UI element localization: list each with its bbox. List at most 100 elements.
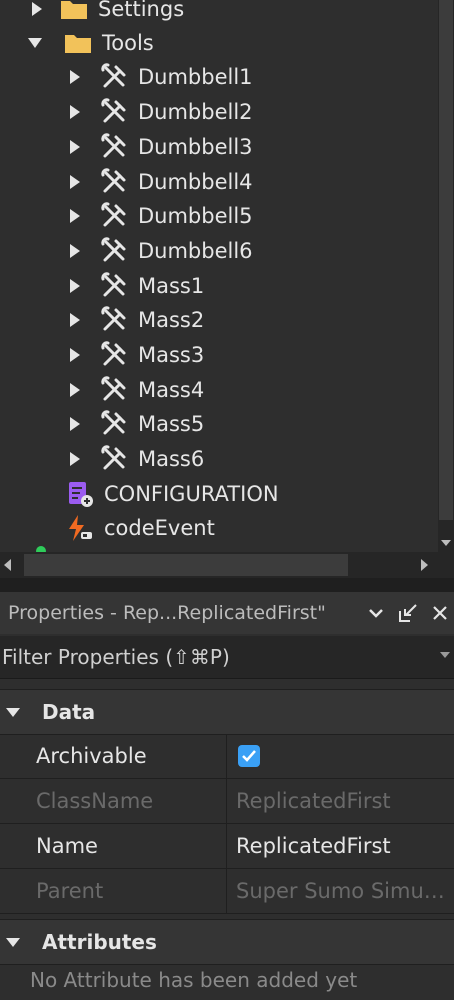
collapse-arrow-icon[interactable]	[6, 707, 20, 717]
property-value: ReplicatedFirst	[236, 789, 391, 813]
properties-title: Properties - Rep...ReplicatedFirst"	[8, 602, 326, 624]
tree-item-tool[interactable]: Mass1	[0, 269, 438, 303]
section-attributes[interactable]: Attributes	[0, 919, 454, 965]
tree-item-settings[interactable]: Settings	[0, 0, 438, 26]
tree-item-tool[interactable]: Dumbbell5	[0, 199, 438, 233]
scroll-right-icon[interactable]	[421, 559, 428, 571]
chevron-down-icon[interactable]	[440, 652, 450, 658]
filter-properties-input[interactable]: Filter Properties (⇧⌘P)	[0, 636, 454, 679]
property-value: Super Sumo Simul…	[236, 879, 450, 903]
horizontal-scrollbar[interactable]	[0, 552, 454, 578]
tree-item-tool[interactable]: Mass4	[0, 373, 438, 407]
scrollbar-thumb[interactable]	[439, 0, 453, 520]
expand-arrow-icon[interactable]	[70, 313, 80, 327]
tool-icon	[100, 306, 128, 334]
scrollbar-thumb[interactable]	[24, 554, 348, 576]
dock-icon[interactable]	[396, 601, 420, 625]
tree-item-tool[interactable]: Dumbbell2	[0, 95, 438, 129]
property-row-parent: Parent Super Sumo Simul…	[0, 869, 454, 914]
tree-item-tool[interactable]: Mass3	[0, 338, 438, 372]
tool-icon	[100, 376, 128, 404]
name-value-field[interactable]: ReplicatedFirst	[236, 824, 450, 868]
expand-arrow-icon[interactable]	[70, 417, 80, 431]
no-attributes-message: No Attribute has been added yet	[30, 968, 358, 992]
tree-item-label: Mass3	[138, 343, 205, 367]
tree-item-label: Dumbbell1	[138, 65, 253, 89]
column-divider[interactable]	[226, 869, 227, 913]
properties-header: Properties - Rep...ReplicatedFirst"	[0, 592, 454, 634]
expand-arrow-icon[interactable]	[32, 2, 42, 16]
expand-arrow-icon[interactable]	[70, 140, 80, 154]
scroll-left-icon[interactable]	[4, 559, 11, 571]
tree-item-tools[interactable]: Tools	[0, 26, 438, 60]
panel-splitter[interactable]	[0, 578, 454, 592]
expand-arrow-icon[interactable]	[70, 383, 80, 397]
tree-item-configuration[interactable]: CONFIGURATION	[0, 477, 438, 511]
section-label: Attributes	[42, 930, 157, 954]
tree-item-codeevent[interactable]: codeEvent	[0, 511, 438, 545]
tree-item-label: Tools	[102, 31, 154, 55]
chevron-down-icon[interactable]	[364, 601, 388, 625]
tree-item-tool[interactable]: Dumbbell3	[0, 130, 438, 164]
tree-item-label: Dumbbell2	[138, 100, 253, 124]
tree-item-label: Mass6	[138, 447, 205, 471]
expand-arrow-icon[interactable]	[70, 209, 80, 223]
tree-item-label: CONFIGURATION	[104, 482, 279, 506]
folder-icon	[64, 29, 92, 57]
close-icon[interactable]	[428, 601, 452, 625]
property-name: Parent	[36, 879, 104, 903]
tree-item-label: Dumbbell5	[138, 204, 253, 228]
explorer-panel: Settings Tools Dumbbell1 Dumbbell2 Dumbb…	[0, 0, 454, 578]
remote-event-icon	[66, 514, 94, 542]
expand-arrow-icon[interactable]	[70, 452, 80, 466]
property-name: ClassName	[36, 789, 154, 813]
property-row-classname: ClassName ReplicatedFirst	[0, 779, 454, 824]
expand-arrow-icon[interactable]	[70, 105, 80, 119]
property-name: Archivable	[36, 744, 147, 768]
expand-arrow-icon[interactable]	[70, 244, 80, 258]
column-divider[interactable]	[226, 824, 227, 868]
tree-item-label: Dumbbell4	[138, 170, 253, 194]
tree-item-tool[interactable]: Mass6	[0, 442, 438, 476]
vertical-scrollbar[interactable]	[438, 0, 454, 552]
expand-arrow-icon[interactable]	[70, 348, 80, 362]
filter-placeholder: Filter Properties (⇧⌘P)	[2, 645, 230, 669]
property-row-archivable[interactable]: Archivable	[0, 734, 454, 779]
tool-icon	[100, 202, 128, 230]
property-row-name[interactable]: Name ReplicatedFirst	[0, 824, 454, 869]
tree-item-tool[interactable]: Dumbbell4	[0, 165, 438, 199]
tree-item-label: Dumbbell3	[138, 135, 253, 159]
section-label: Data	[42, 700, 96, 724]
tree-item-tool[interactable]: Dumbbell1	[0, 60, 438, 94]
tree-item-label: Settings	[98, 0, 185, 21]
collapse-arrow-icon[interactable]	[28, 38, 42, 48]
tool-icon	[100, 98, 128, 126]
tree-item-label: Mass1	[138, 274, 205, 298]
tree-item-tool[interactable]: Mass2	[0, 303, 438, 337]
tool-icon	[100, 341, 128, 369]
tool-icon	[100, 168, 128, 196]
tree-item-label: Mass4	[138, 378, 205, 402]
property-name: Name	[36, 834, 98, 858]
tool-icon	[100, 272, 128, 300]
expand-arrow-icon[interactable]	[70, 279, 80, 293]
tree-item-tool[interactable]: Dumbbell6	[0, 234, 438, 268]
tree-item-tool[interactable]: Mass5	[0, 407, 438, 441]
expand-arrow-icon[interactable]	[70, 70, 80, 84]
column-divider[interactable]	[226, 779, 227, 823]
tool-icon	[100, 445, 128, 473]
archivable-checkbox[interactable]	[238, 745, 260, 767]
module-script-icon	[66, 480, 94, 508]
folder-icon	[60, 0, 88, 23]
column-divider[interactable]	[226, 734, 227, 778]
tree-item-label: Mass2	[138, 308, 205, 332]
section-data[interactable]: Data	[0, 689, 454, 735]
expand-arrow-icon[interactable]	[70, 175, 80, 189]
collapse-arrow-icon[interactable]	[6, 937, 20, 947]
tool-icon	[100, 133, 128, 161]
tree-item-label: Dumbbell6	[138, 239, 253, 263]
tool-icon	[100, 237, 128, 265]
tree-item-label: Mass5	[138, 412, 205, 436]
scroll-down-icon[interactable]	[441, 540, 451, 546]
properties-panel: Properties - Rep...ReplicatedFirst" Filt…	[0, 592, 454, 1000]
